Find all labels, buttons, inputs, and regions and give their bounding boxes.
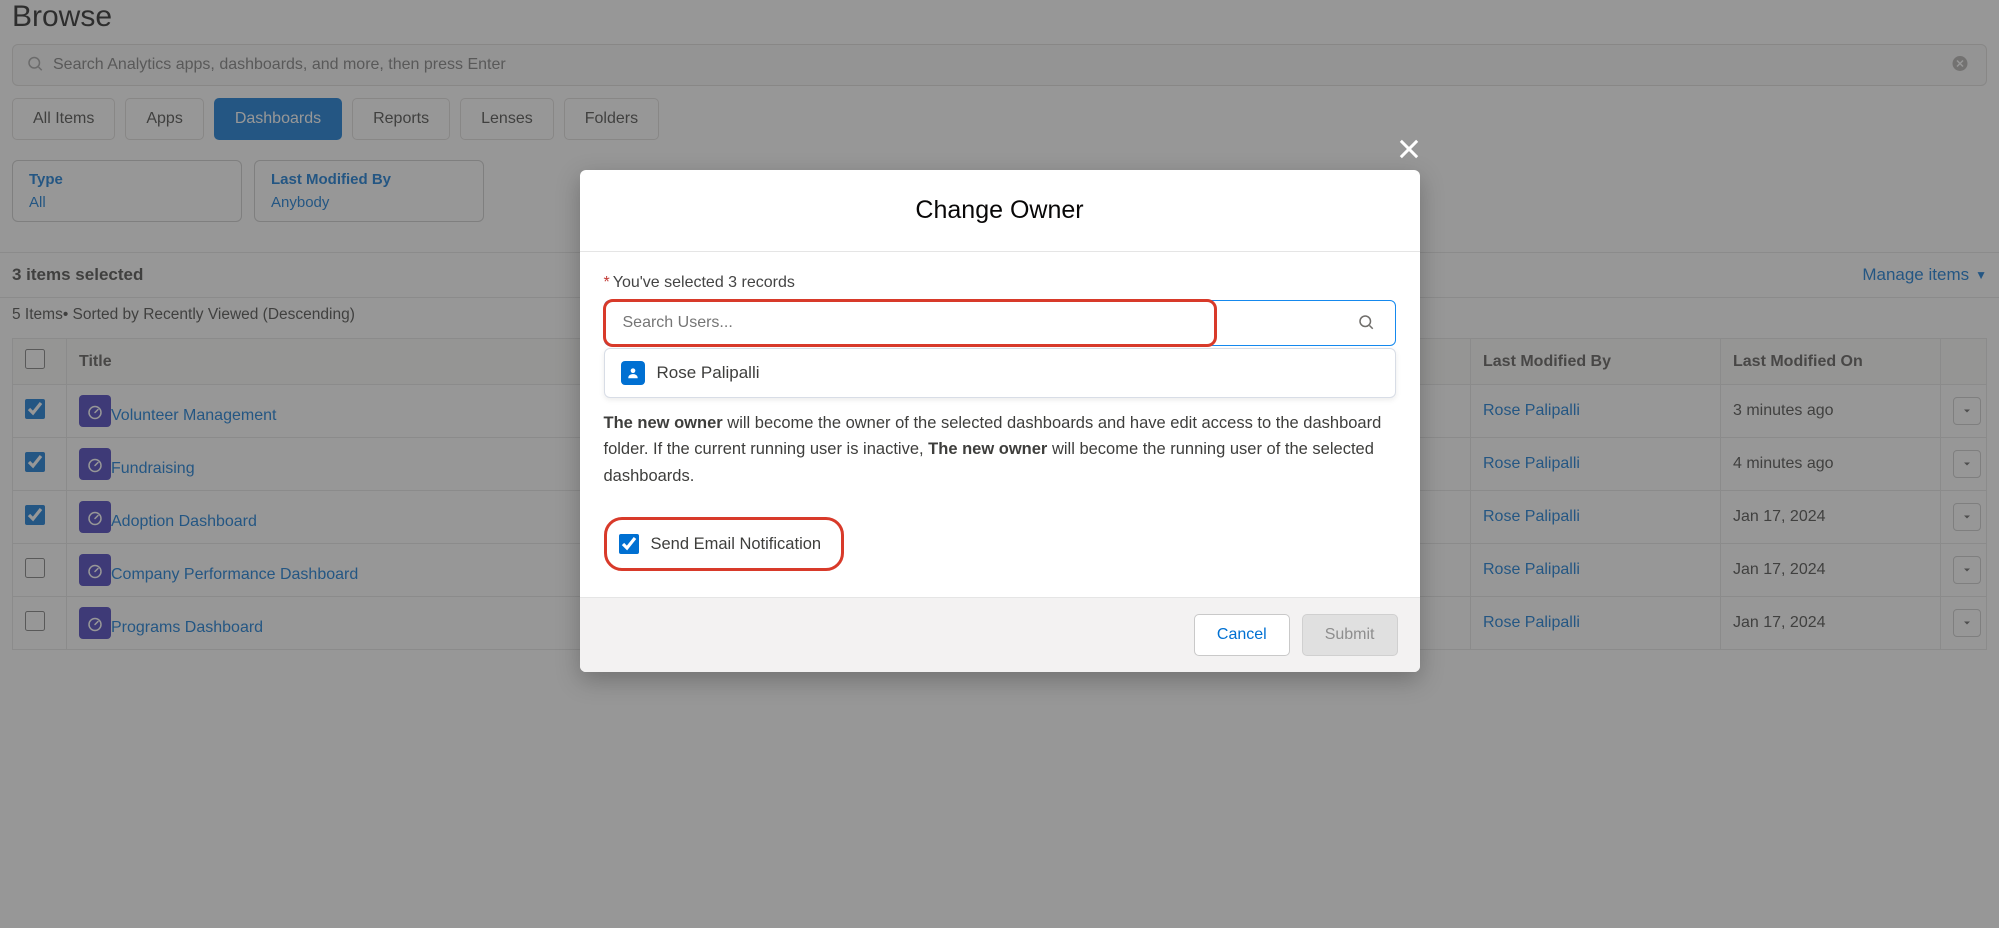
info-bold1: The new owner <box>604 414 723 432</box>
user-suggestion-item[interactable]: Rose Palipalli <box>605 349 1395 397</box>
modal-body: *You've selected 3 records Rose Palipall… <box>580 252 1420 597</box>
modal-title: Change Owner <box>604 196 1396 225</box>
user-suggestion-label: Rose Palipalli <box>657 363 760 383</box>
required-star: * <box>604 274 610 291</box>
search-icon[interactable] <box>1339 313 1393 334</box>
records-selected-label: *You've selected 3 records <box>604 274 1396 292</box>
change-owner-modal: Change Owner *You've selected 3 records <box>580 170 1420 672</box>
user-suggestions-dropdown: Rose Palipalli <box>604 348 1396 398</box>
info-bold2: The new owner <box>928 440 1047 458</box>
send-email-notification-row[interactable]: Send Email Notification <box>604 517 845 571</box>
avatar-icon <box>621 361 645 385</box>
send-email-notification-checkbox[interactable] <box>619 534 639 554</box>
close-icon[interactable] <box>1395 134 1423 171</box>
owner-info-text: The new owner will become the owner of t… <box>604 410 1396 489</box>
modal-overlay: Change Owner *You've selected 3 records <box>0 0 1999 928</box>
send-email-notification-label: Send Email Notification <box>651 535 822 554</box>
cancel-button[interactable]: Cancel <box>1194 614 1290 656</box>
submit-button[interactable]: Submit <box>1302 614 1398 656</box>
modal-footer: Cancel Submit <box>580 597 1420 672</box>
user-search-field <box>604 300 1396 346</box>
user-search-input[interactable] <box>607 303 1339 343</box>
modal-header: Change Owner <box>580 170 1420 252</box>
